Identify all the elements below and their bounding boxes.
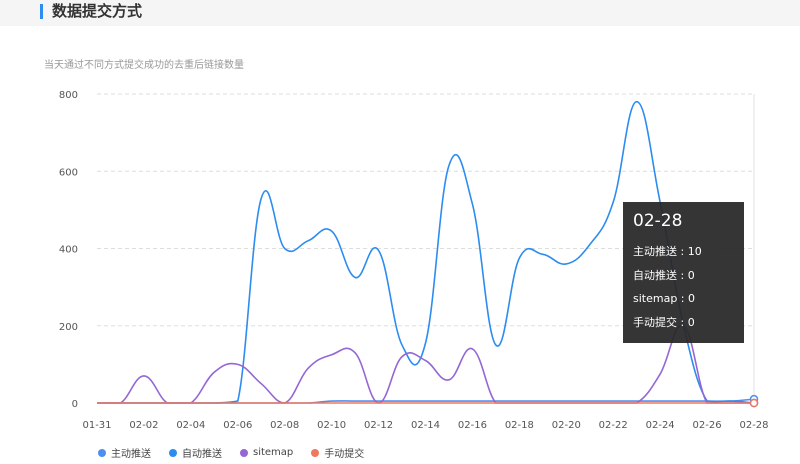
legend-label: 手动提交: [324, 449, 365, 460]
x-axis-ticks: 01-31 02-02 02-04 02-06 02-08 02-10 02-12 02-14…: [82, 420, 768, 431]
x-tick-label: 02-12: [364, 420, 393, 431]
legend-label: sitemap: [253, 447, 294, 458]
x-tick-label: 02-24: [646, 420, 675, 431]
tooltip-date: 02-28: [633, 211, 683, 231]
y-tick-label: 800: [59, 90, 78, 101]
x-tick-label: 02-22: [599, 420, 628, 431]
x-tick-label: 02-16: [458, 420, 487, 431]
y-tick-label: 400: [59, 245, 78, 256]
tooltip-row-active-push: 主动推送 : 10: [633, 245, 702, 258]
x-tick-label: 02-20: [552, 420, 581, 431]
y-tick-label: 200: [59, 322, 78, 333]
x-tick-label: 02-26: [693, 420, 722, 431]
x-tick-label: 02-10: [317, 420, 346, 431]
x-tick-label: 02-28: [739, 420, 768, 431]
tooltip-row-sitemap: sitemap : 0: [633, 292, 696, 305]
chart-markers: [749, 394, 759, 408]
y-tick-label: 600: [59, 167, 78, 178]
legend-dot-icon: [311, 448, 320, 457]
legend-dot-icon: [240, 448, 248, 457]
legend-label: 主动推送: [111, 449, 151, 460]
y-tick-label: 0: [72, 399, 78, 410]
legend-item-sitemap[interactable]: sitemap: [240, 445, 293, 460]
x-tick-label: 02-02: [129, 420, 158, 431]
legend-item-active-push[interactable]: 主动推送: [98, 445, 151, 460]
legend-label: 自动推送: [182, 449, 222, 460]
chart-tooltip: 02-28 主动推送 : 10 自动推送 : 0 sitemap : 0 手动提…: [623, 202, 744, 343]
legend-dot-icon: [169, 448, 177, 457]
tooltip-row-manual-submit: 手动提交 : 0: [633, 315, 695, 329]
x-tick-label: 02-14: [411, 420, 440, 431]
x-tick-label: 02-18: [505, 420, 534, 431]
x-tick-label: 02-06: [223, 420, 252, 431]
chart-legend: 主动推送 自动推送 sitemap 手动提交: [98, 445, 364, 460]
x-tick-label: 02-08: [270, 420, 299, 431]
legend-dot-icon: [98, 448, 106, 457]
x-tick-label: 02-04: [176, 420, 205, 431]
x-tick-label: 01-31: [82, 420, 111, 431]
series-point-marker: [749, 398, 759, 408]
legend-item-auto-push[interactable]: 自动推送: [169, 445, 222, 460]
tooltip-row-auto-push: 自动推送 : 0: [633, 268, 695, 282]
legend-item-manual-submit[interactable]: 手动提交: [311, 445, 364, 460]
y-axis-ticks: 800 600 400 200 0: [59, 90, 78, 410]
